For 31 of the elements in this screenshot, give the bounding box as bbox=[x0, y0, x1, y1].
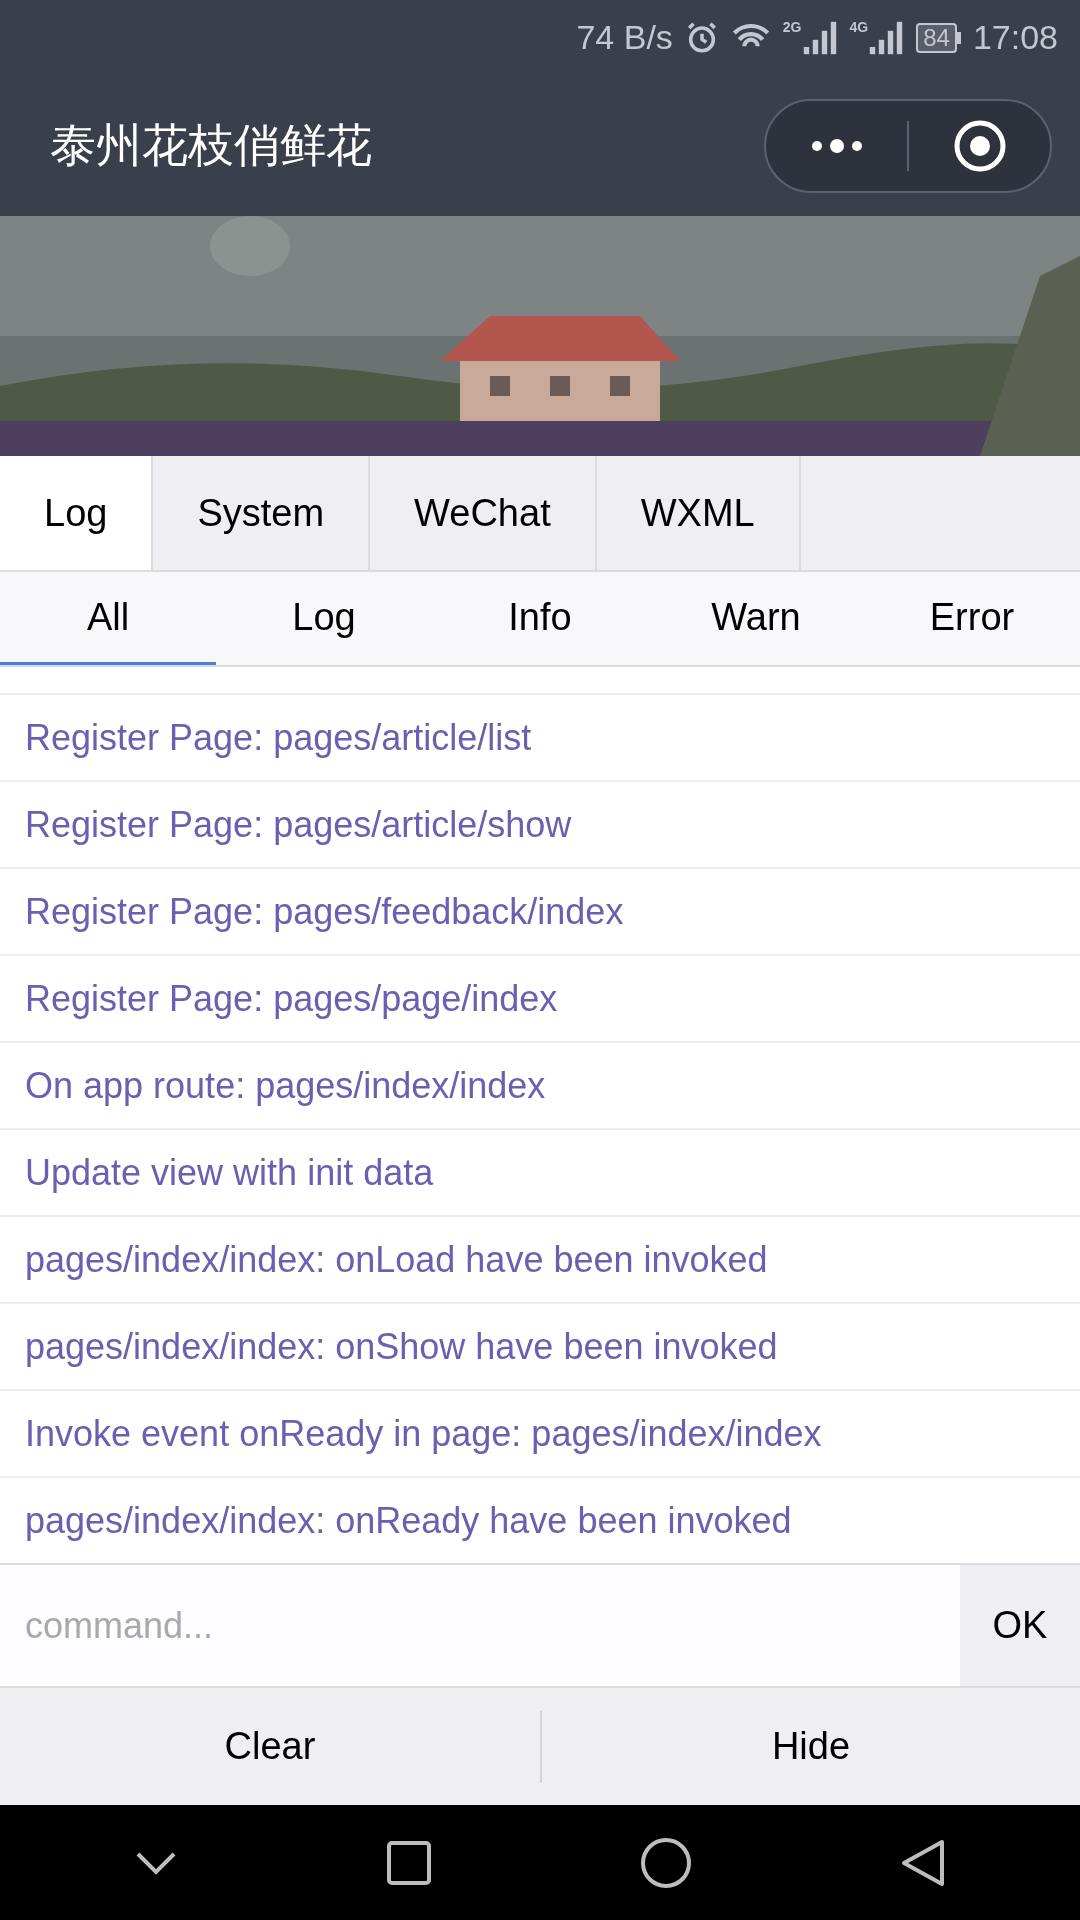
battery-level: 84 bbox=[916, 22, 957, 53]
log-entry: Update view with init data bbox=[25, 1150, 434, 1195]
signal-icon bbox=[868, 19, 905, 56]
log-entry: On app route: pages/index/index bbox=[25, 1063, 546, 1108]
network-speed: 74 B/s bbox=[576, 17, 673, 58]
network-label: 2G bbox=[782, 19, 802, 34]
tab[interactable]: Log bbox=[0, 456, 154, 570]
action-button[interactable]: Hide bbox=[542, 1688, 1080, 1805]
filter-tab[interactable]: Error bbox=[864, 572, 1080, 665]
action-button[interactable]: Clear bbox=[0, 1688, 540, 1805]
filter-tab[interactable]: Info bbox=[432, 572, 648, 665]
app-title: 泰州花枝俏鲜花 bbox=[50, 117, 372, 174]
log-entry: pages/index/index: onReady have been invoked bbox=[25, 1498, 792, 1543]
clock: 17:08 bbox=[972, 17, 1058, 58]
filter-tab[interactable]: All bbox=[0, 572, 216, 665]
filter-tab[interactable]: Log bbox=[216, 572, 432, 665]
log-entry: Register Page: pages/article/show bbox=[25, 802, 572, 847]
log-entry: Register Page: pages/feedback/index bbox=[25, 889, 624, 934]
log-entry: pages/index/index: onShow have been invoked bbox=[25, 1324, 778, 1369]
ok-button[interactable]: OK bbox=[960, 1565, 1080, 1686]
log-entry: Register Page: pages/article/list bbox=[25, 715, 532, 760]
target-icon bbox=[952, 118, 1007, 173]
home-icon[interactable] bbox=[640, 1836, 692, 1889]
log-entry: Register Page: pages/page/index bbox=[25, 976, 558, 1021]
back-icon[interactable] bbox=[900, 1837, 946, 1888]
log-entry: Invoke event onReady in page: pages/index/index bbox=[25, 1411, 822, 1456]
signal-icon bbox=[801, 19, 838, 56]
filter-tab[interactable]: Warn bbox=[648, 572, 864, 665]
network-label: 4G bbox=[849, 19, 869, 34]
square-icon[interactable] bbox=[386, 1839, 432, 1886]
log-entry: pages/index/index: onLoad have been invoked bbox=[25, 1237, 768, 1282]
